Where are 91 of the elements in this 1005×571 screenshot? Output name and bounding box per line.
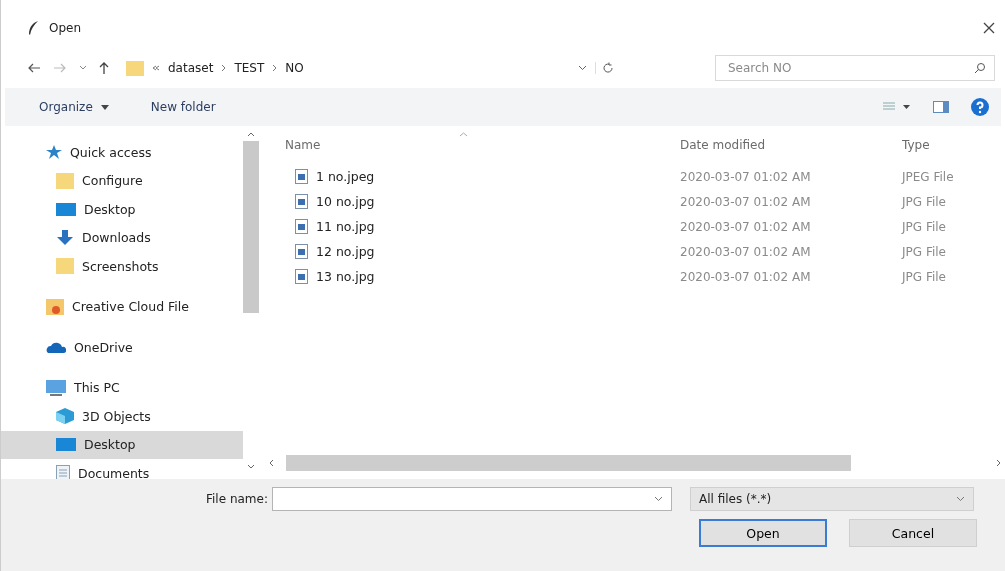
caret-icon bbox=[100, 104, 109, 110]
image-file-icon bbox=[295, 244, 308, 259]
preview-pane-icon[interactable] bbox=[933, 101, 949, 113]
chevrons-icon bbox=[152, 65, 160, 71]
scroll-left-icon[interactable] bbox=[269, 459, 274, 467]
table-cell-text: 2020-03-07 01:02 AM bbox=[680, 244, 812, 259]
file-name[interactable]: 1 no.jpeg bbox=[316, 169, 375, 184]
nav-label: Configure bbox=[82, 173, 143, 189]
dropdown-caret-icon[interactable] bbox=[578, 65, 587, 71]
nav-label: Creative Cloud File bbox=[72, 299, 189, 315]
refresh-icon[interactable] bbox=[595, 62, 614, 74]
nav-item[interactable]: Screenshots bbox=[1, 252, 243, 281]
nav-label: This PC bbox=[74, 380, 120, 396]
nav-item[interactable]: Configure bbox=[1, 166, 243, 195]
organize-button[interactable]: Organize bbox=[35, 97, 113, 117]
table-cell-text: JPG File bbox=[902, 269, 947, 284]
table-cell-text: JPG File bbox=[902, 219, 947, 234]
back-arrow-icon[interactable] bbox=[27, 63, 41, 73]
search-icon bbox=[974, 62, 986, 74]
scroll-up-icon[interactable] bbox=[247, 132, 255, 137]
breadcrumb[interactable]: dataset bbox=[168, 61, 214, 75]
nav-label: Desktop bbox=[84, 201, 136, 217]
nav-label: Documents bbox=[78, 465, 150, 479]
file-name-field[interactable] bbox=[271, 487, 672, 511]
image-file-icon bbox=[295, 269, 308, 284]
image-file-icon bbox=[295, 219, 308, 234]
image-file-icon bbox=[295, 194, 308, 209]
folder-icon bbox=[126, 60, 144, 76]
table-cell-text: 2020-03-07 01:02 AM bbox=[680, 219, 812, 234]
nav-label: Screenshots bbox=[82, 258, 159, 274]
new-folder-button[interactable]: New folder bbox=[146, 97, 220, 117]
nav-item[interactable]: Creative Cloud File bbox=[1, 292, 243, 321]
table-cell-text: JPG File bbox=[902, 194, 947, 209]
breadcrumb[interactable]: TEST bbox=[234, 61, 265, 75]
nav-label: Downloads bbox=[82, 230, 151, 246]
sort-caret-icon bbox=[459, 132, 468, 137]
folder-icon bbox=[56, 258, 74, 275]
nav-label: Quick access bbox=[70, 144, 152, 160]
chevron-icon bbox=[221, 64, 227, 72]
table-cell-text: JPG File bbox=[902, 244, 947, 259]
folder-icon bbox=[56, 172, 74, 189]
monitor-icon bbox=[46, 379, 66, 396]
open-button[interactable]: Open bbox=[699, 519, 827, 547]
table-cell-text: 2020-03-07 01:02 AM bbox=[680, 169, 812, 184]
table-cell-text: JPEG File bbox=[902, 169, 955, 184]
column-header[interactable]: Date modified bbox=[680, 138, 902, 152]
desktop-icon bbox=[56, 438, 76, 452]
view-options-icon[interactable] bbox=[883, 102, 911, 112]
file-name[interactable]: 10 no.jpg bbox=[316, 194, 375, 209]
dropdown-caret-icon bbox=[653, 496, 663, 502]
table-cell-text: 2020-03-07 01:02 AM bbox=[680, 269, 812, 284]
nav-item[interactable]: OneDrive bbox=[1, 333, 243, 362]
desktop-icon bbox=[56, 202, 76, 216]
folder-icon bbox=[46, 298, 64, 315]
dropdown-caret-icon bbox=[955, 496, 965, 502]
nav-item[interactable]: Desktop bbox=[1, 195, 243, 224]
nav-item[interactable]: 3D Objects bbox=[1, 402, 243, 431]
nav-label: OneDrive bbox=[74, 339, 133, 355]
nav-item[interactable]: This PC bbox=[1, 373, 243, 402]
file-type-dropdown[interactable]: All files (*.*) bbox=[689, 487, 974, 511]
nav-label: 3D Objects bbox=[82, 408, 151, 424]
file-name[interactable]: 11 no.jpg bbox=[316, 219, 375, 234]
scrollbar-thumb[interactable] bbox=[286, 455, 851, 471]
download-arrow-icon bbox=[56, 229, 74, 246]
nav-label: Desktop bbox=[84, 437, 136, 453]
help-icon[interactable] bbox=[971, 98, 989, 116]
scrollbar-thumb[interactable] bbox=[243, 141, 259, 313]
search-field[interactable]: Search NO bbox=[715, 55, 995, 81]
chevron-icon bbox=[272, 64, 278, 72]
star-icon bbox=[46, 145, 62, 160]
caret-icon[interactable] bbox=[79, 65, 87, 71]
scroll-down-icon[interactable] bbox=[247, 464, 255, 469]
file-name[interactable]: 12 no.jpg bbox=[316, 244, 375, 259]
file-name-label: File name: bbox=[206, 492, 268, 506]
close-icon[interactable] bbox=[983, 22, 995, 34]
feather-icon bbox=[27, 20, 39, 36]
image-file-icon bbox=[295, 169, 308, 184]
column-header[interactable]: Name bbox=[285, 138, 680, 152]
window-title: Open bbox=[49, 21, 82, 35]
cancel-button[interactable]: Cancel bbox=[849, 519, 977, 547]
breadcrumb[interactable]: NO bbox=[285, 61, 304, 75]
table-cell-text: 2020-03-07 01:02 AM bbox=[680, 194, 812, 209]
column-header[interactable]: Type bbox=[902, 138, 982, 152]
file-name[interactable]: 13 no.jpg bbox=[316, 269, 375, 284]
cloud-icon bbox=[46, 341, 66, 353]
up-arrow-icon[interactable] bbox=[99, 61, 109, 75]
nav-item[interactable]: Downloads bbox=[1, 223, 243, 252]
nav-item[interactable]: Desktop bbox=[1, 430, 243, 459]
nav-item[interactable]: Quick access bbox=[1, 138, 243, 167]
cube-icon bbox=[56, 408, 74, 425]
scroll-right-icon[interactable] bbox=[996, 459, 1001, 467]
